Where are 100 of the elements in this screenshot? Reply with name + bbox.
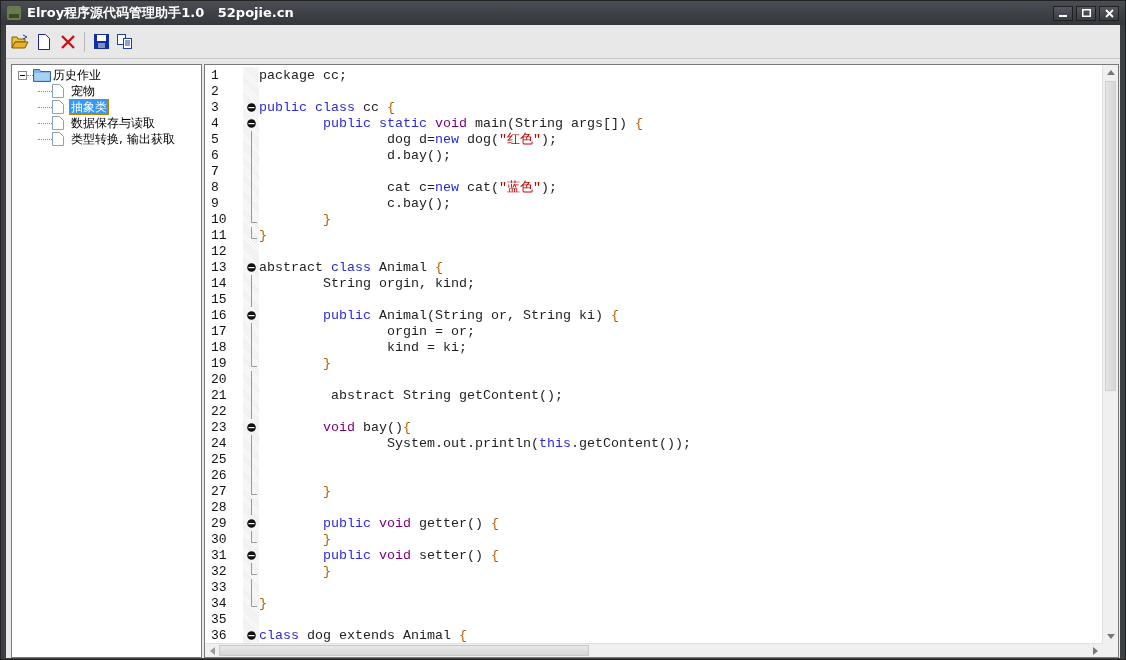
line-number: 28 bbox=[210, 499, 228, 515]
code-line: abstract class Animal { bbox=[259, 259, 443, 275]
line-number: 12 bbox=[210, 243, 228, 259]
line-number: 1 bbox=[210, 67, 220, 83]
line-number: 34 bbox=[210, 595, 228, 611]
line-number: 20 bbox=[210, 371, 228, 387]
code-line: } bbox=[322, 531, 331, 547]
line-number: 35 bbox=[210, 611, 228, 627]
code-line: public Animal(String or, String ki) { bbox=[322, 307, 619, 323]
line-number: 8 bbox=[210, 179, 220, 195]
folder-icon bbox=[33, 68, 51, 82]
window-title: Elroy程序源代码管理助手1.0 52pojie.cn bbox=[27, 4, 294, 22]
code-line: public static void main(String args[]) { bbox=[322, 115, 643, 131]
scrollbar-thumb[interactable] bbox=[219, 645, 589, 656]
line-number: 11 bbox=[210, 227, 228, 243]
tree-item[interactable]: 宠物 bbox=[69, 83, 97, 99]
code-line: c.bay(); bbox=[385, 195, 451, 211]
line-number: 17 bbox=[210, 323, 228, 339]
line-number: 13 bbox=[210, 259, 228, 275]
copy-button[interactable] bbox=[115, 31, 135, 52]
line-number: 21 bbox=[210, 387, 228, 403]
fold-end-line bbox=[250, 355, 257, 367]
line-number: 19 bbox=[210, 355, 228, 371]
code-line: d.bay(); bbox=[385, 147, 451, 163]
scrollbar-thumb[interactable] bbox=[1105, 81, 1116, 391]
line-number: 15 bbox=[210, 291, 228, 307]
fold-minus-icon[interactable] bbox=[246, 518, 256, 528]
file-icon bbox=[52, 116, 64, 130]
code-line: package cc; bbox=[259, 67, 347, 83]
line-number: 29 bbox=[210, 515, 228, 531]
code-line: } bbox=[259, 227, 267, 243]
fold-end-line bbox=[250, 563, 257, 575]
line-number: 9 bbox=[210, 195, 220, 211]
close-icon bbox=[1104, 8, 1114, 18]
fold-minus-icon[interactable] bbox=[246, 102, 256, 112]
code-line: kind = ki; bbox=[385, 339, 467, 355]
maximize-button[interactable] bbox=[1076, 5, 1096, 21]
fold-line bbox=[250, 499, 252, 515]
code-line: public class cc { bbox=[259, 99, 395, 115]
fold-minus-icon[interactable] bbox=[246, 262, 256, 272]
fold-end-line bbox=[250, 227, 257, 239]
fold-minus-icon[interactable] bbox=[246, 422, 256, 432]
file-icon bbox=[52, 84, 64, 98]
fold-minus-icon[interactable] bbox=[246, 550, 256, 560]
fold-end-line bbox=[250, 595, 257, 607]
line-number: 22 bbox=[210, 403, 228, 419]
tree-item[interactable]: 数据保存与读取 bbox=[69, 115, 157, 131]
save-button[interactable] bbox=[91, 31, 111, 52]
code-line: orgin = or; bbox=[385, 323, 475, 339]
line-number: 24 bbox=[210, 435, 228, 451]
code-line: dog d=new dog("红色"); bbox=[385, 131, 557, 148]
line-number: 36 bbox=[210, 627, 228, 643]
line-number: 16 bbox=[210, 307, 228, 323]
code-line: class dog extends Animal { bbox=[259, 627, 467, 643]
code-line: } bbox=[322, 355, 331, 371]
fold-minus-icon[interactable] bbox=[246, 310, 256, 320]
tree-item[interactable]: 类型转换, 输出获取 bbox=[69, 131, 177, 147]
code-line: } bbox=[322, 211, 331, 227]
code-line: public void getter() { bbox=[322, 515, 499, 531]
line-number: 10 bbox=[210, 211, 228, 227]
vertical-scrollbar[interactable] bbox=[1102, 65, 1118, 643]
code-line: String orgin, kind; bbox=[322, 275, 475, 291]
code-line: } bbox=[322, 483, 331, 499]
horizontal-scrollbar[interactable] bbox=[205, 643, 1102, 657]
tree-item[interactable]: 历史作业 bbox=[51, 67, 103, 83]
code-line: System.out.println(this.getContent()); bbox=[385, 435, 691, 451]
line-number: 27 bbox=[210, 483, 228, 499]
line-number: 26 bbox=[210, 467, 228, 483]
code-line: abstract String getContent(); bbox=[329, 387, 563, 403]
code-line: } bbox=[259, 595, 267, 611]
fold-minus-icon[interactable] bbox=[246, 118, 256, 128]
line-number: 7 bbox=[210, 163, 220, 179]
maximize-icon bbox=[1081, 9, 1091, 17]
line-number: 2 bbox=[210, 83, 220, 99]
fold-line bbox=[250, 579, 252, 595]
file-icon bbox=[52, 132, 64, 146]
fold-minus-icon[interactable] bbox=[246, 630, 256, 640]
line-number: 6 bbox=[210, 147, 220, 163]
line-number: 30 bbox=[210, 531, 228, 547]
code-line: void bay(){ bbox=[322, 419, 411, 435]
close-button[interactable] bbox=[1099, 5, 1119, 21]
fold-end-line bbox=[250, 483, 257, 495]
line-number: 4 bbox=[210, 115, 220, 131]
file-icon bbox=[52, 100, 64, 114]
line-number: 31 bbox=[210, 547, 228, 563]
collapse-icon[interactable] bbox=[18, 70, 27, 80]
line-number: 5 bbox=[210, 131, 220, 147]
line-number: 25 bbox=[210, 451, 228, 467]
code-line: } bbox=[322, 563, 331, 579]
line-number: 18 bbox=[210, 339, 228, 355]
line-number: 14 bbox=[210, 275, 228, 291]
code-line: cat c=new cat("蓝色"); bbox=[385, 179, 557, 196]
line-number: 33 bbox=[210, 579, 228, 595]
line-number: 3 bbox=[210, 99, 220, 115]
code-line: public void setter() { bbox=[322, 547, 499, 563]
fold-end-line bbox=[250, 531, 257, 543]
minimize-button[interactable] bbox=[1053, 5, 1073, 21]
app-icon bbox=[7, 6, 21, 20]
line-number: 32 bbox=[210, 563, 228, 579]
line-number: 23 bbox=[210, 419, 228, 435]
